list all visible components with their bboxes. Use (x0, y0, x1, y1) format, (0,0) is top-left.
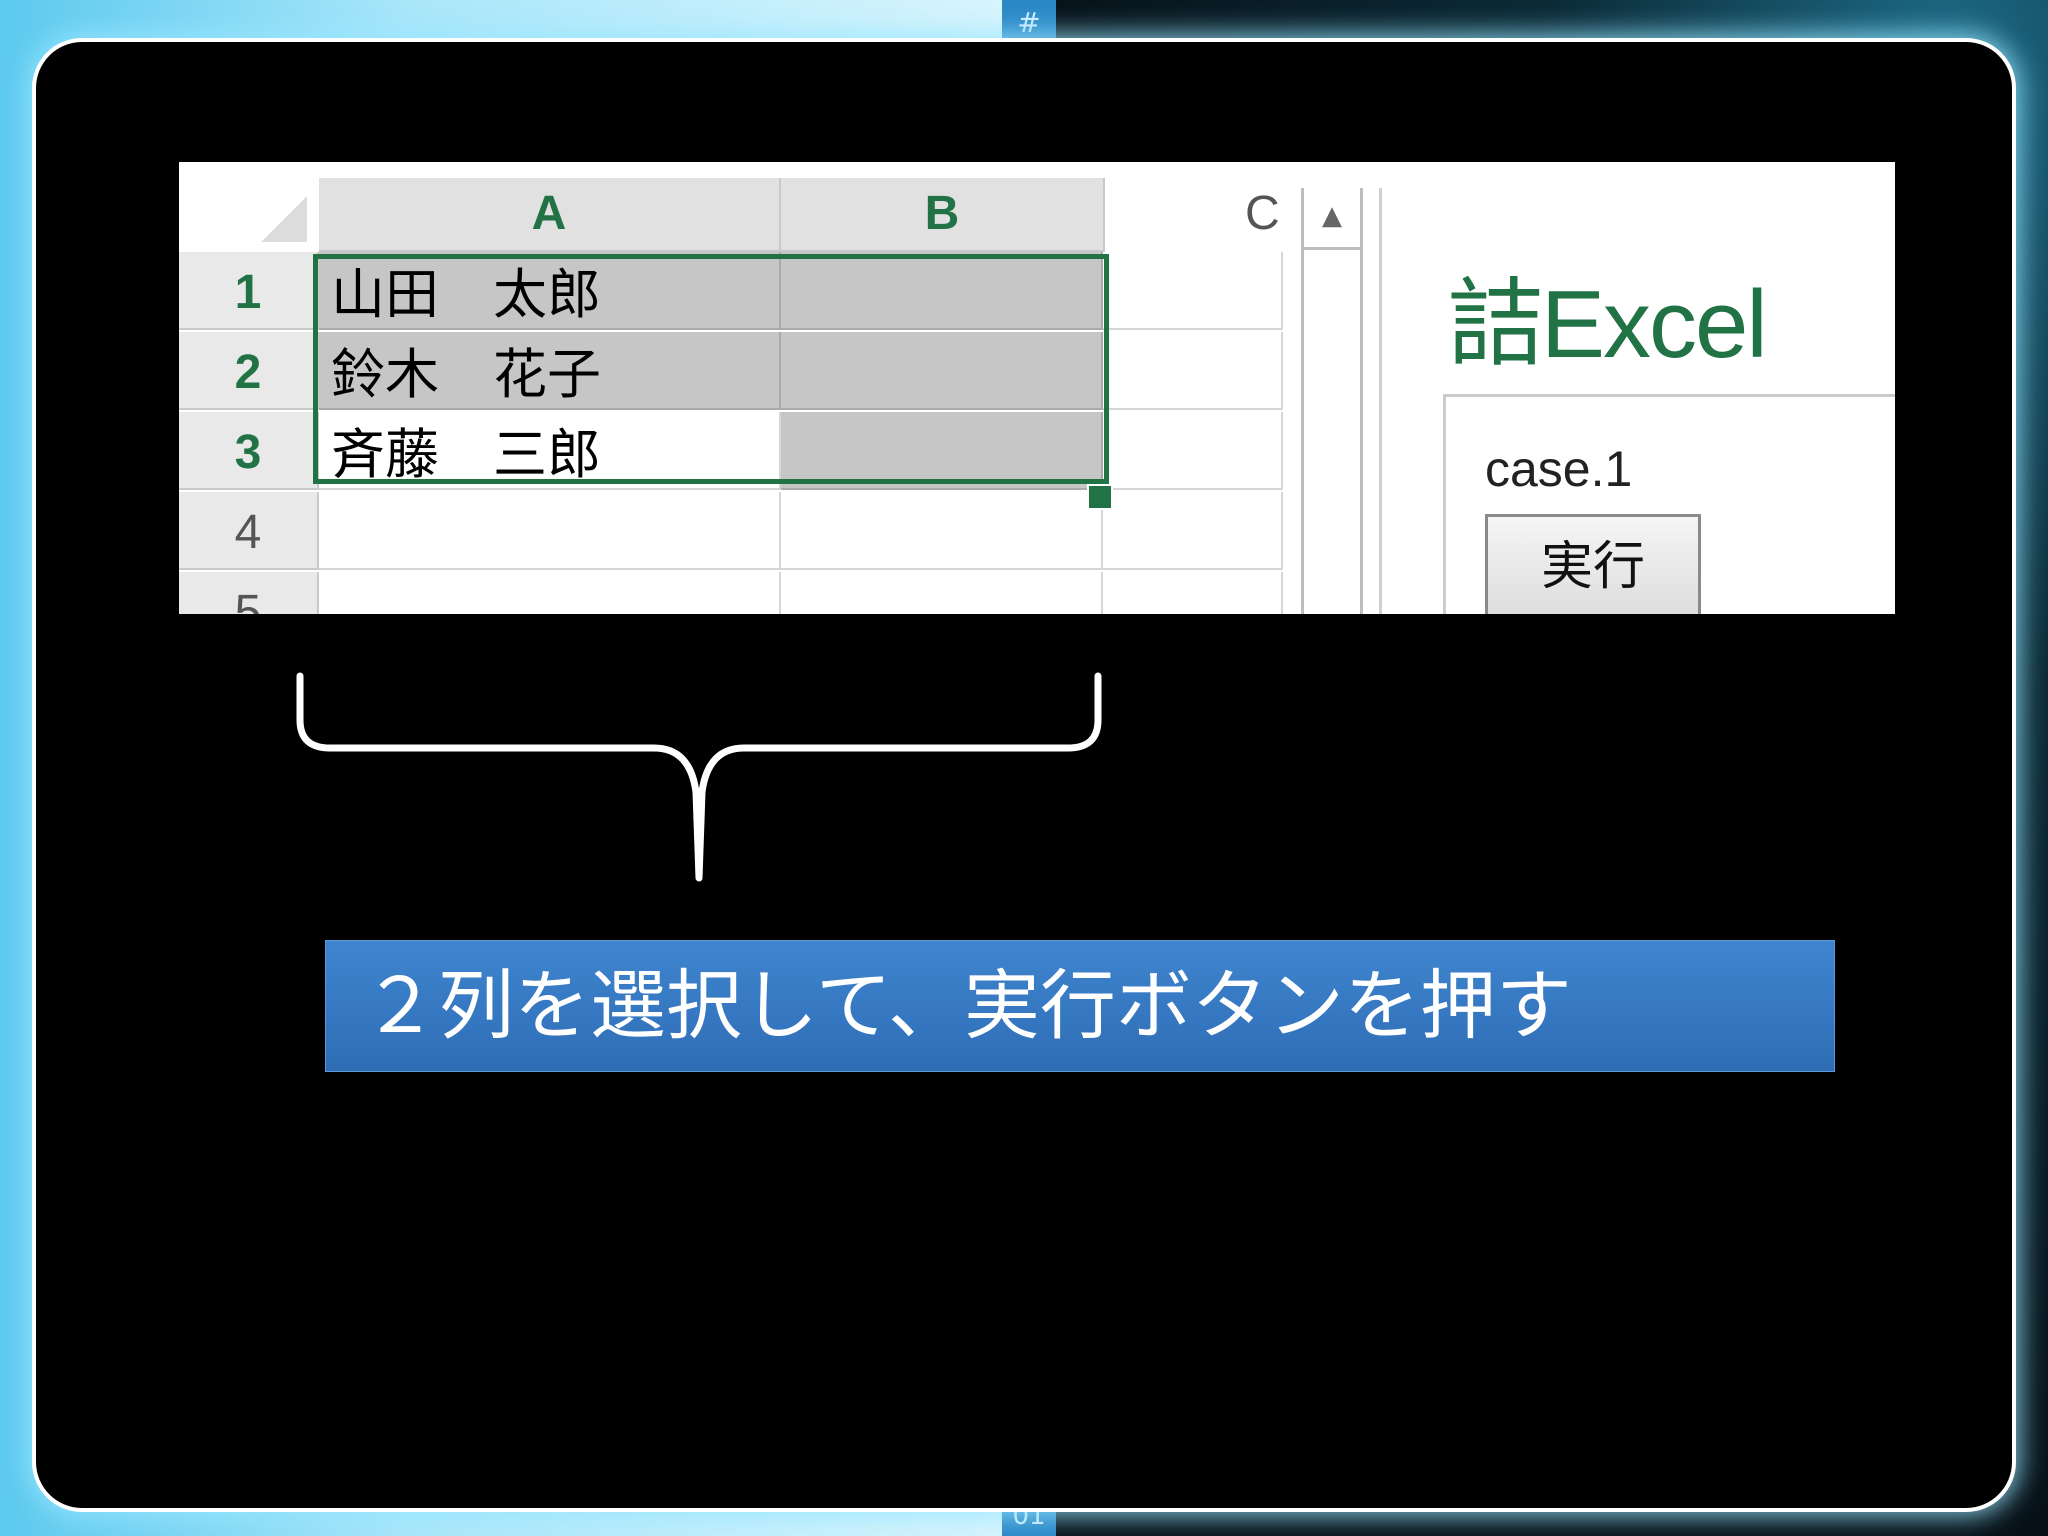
row-header-5[interactable]: 5 (179, 572, 319, 614)
cell-a1[interactable]: 山田 太郎 (319, 252, 781, 330)
cell-b2[interactable] (781, 332, 1103, 410)
cell-c1[interactable] (1103, 252, 1283, 330)
scroll-up-icon[interactable]: ▲ (1304, 188, 1360, 250)
cell-a4[interactable] (319, 492, 781, 570)
cell-b1[interactable] (781, 252, 1103, 330)
cell-a2[interactable]: 鈴木 花子 (319, 332, 781, 410)
select-all-triangle-icon (261, 196, 307, 242)
fill-handle[interactable] (1087, 484, 1113, 510)
cell-b4[interactable] (781, 492, 1103, 570)
slide-frame: A B C 1 2 3 4 5 山田 太郎 鈴木 花子 斉藤 三郎 ▲ 詰Exc… (36, 42, 2012, 1508)
case-label: case.1 (1485, 441, 1633, 497)
excel-screenshot: A B C 1 2 3 4 5 山田 太郎 鈴木 花子 斉藤 三郎 ▲ 詰Exc… (179, 162, 1895, 614)
cell-b3[interactable] (781, 412, 1103, 490)
cell-c3[interactable] (1103, 412, 1283, 490)
select-all-corner[interactable] (179, 162, 319, 252)
curly-brace-icon (296, 672, 1102, 882)
row-header-4[interactable]: 4 (179, 492, 319, 570)
cell-c5[interactable] (1103, 572, 1283, 614)
row-header-3[interactable]: 3 (179, 412, 319, 490)
cell-a3[interactable]: 斉藤 三郎 (319, 412, 781, 490)
cell-b5[interactable] (781, 572, 1103, 614)
addin-title: 詰Excel (1447, 271, 1768, 378)
column-header-c[interactable]: C (1245, 178, 1295, 250)
run-button[interactable]: 実行 (1485, 514, 1701, 614)
column-header-a[interactable]: A (319, 178, 781, 252)
instruction-caption: ２列を選択して、実行ボタンを押す (325, 940, 1835, 1072)
column-header-b[interactable]: B (781, 178, 1105, 252)
row-header-2[interactable]: 2 (179, 332, 319, 410)
cell-a5[interactable] (319, 572, 781, 614)
vertical-scrollbar[interactable]: ▲ (1301, 188, 1363, 614)
pane-divider (1379, 188, 1382, 614)
cell-c2[interactable] (1103, 332, 1283, 410)
top-tab: # (1002, 0, 1056, 48)
row-header-1[interactable]: 1 (179, 252, 319, 330)
cell-c4[interactable] (1103, 492, 1283, 570)
